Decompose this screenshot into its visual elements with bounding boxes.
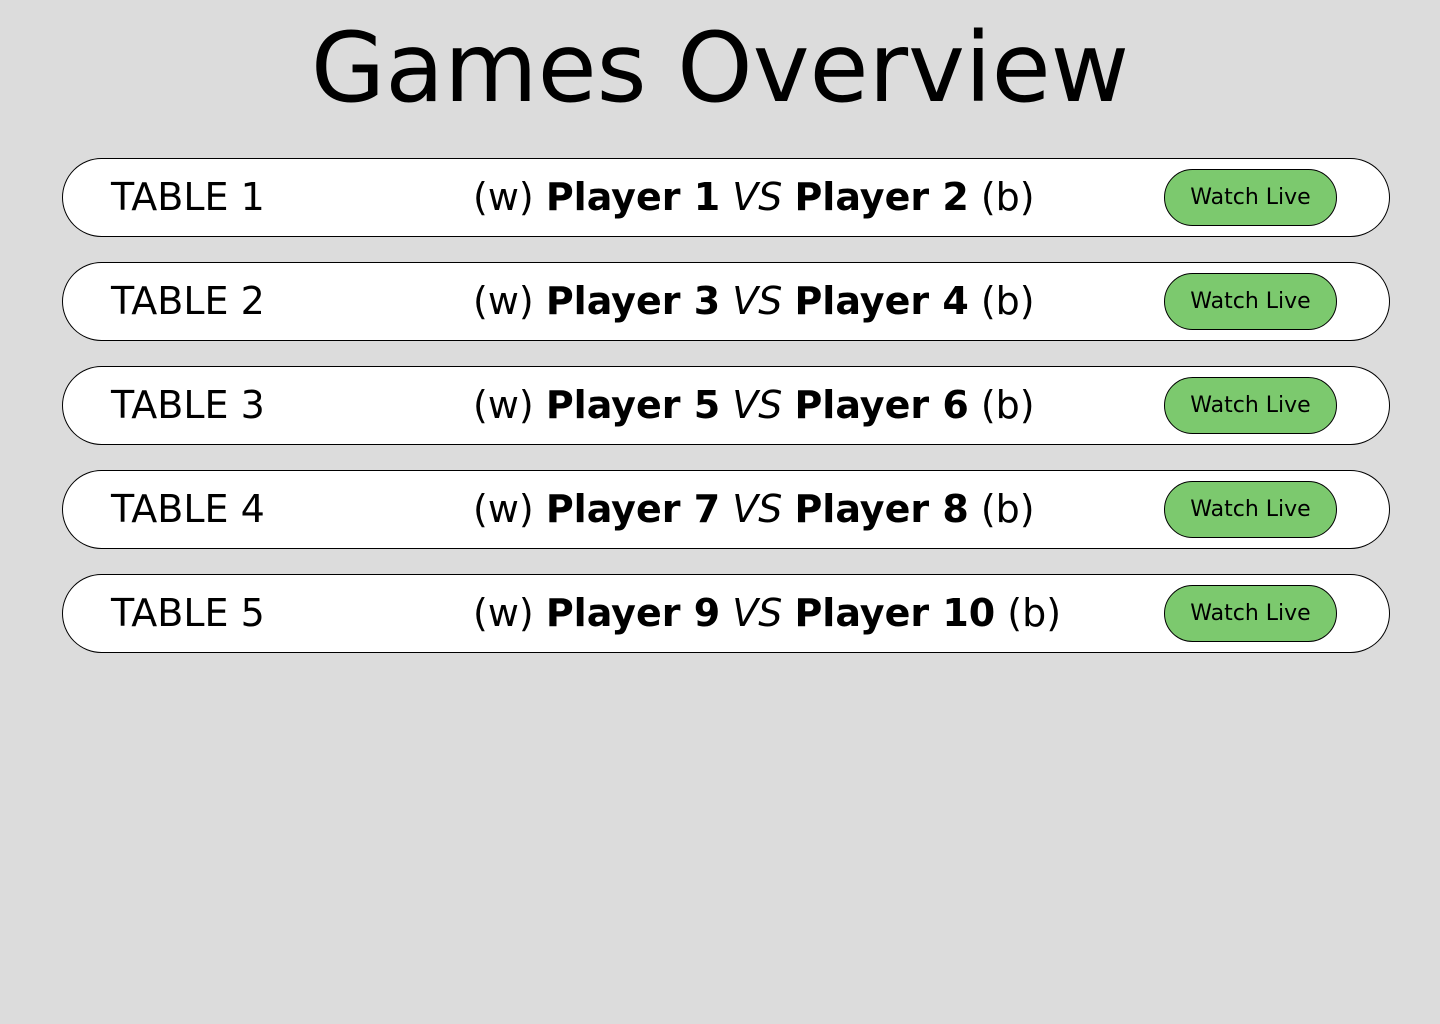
watch-live-button[interactable]: Watch Live bbox=[1164, 585, 1337, 642]
white-marker: (w) bbox=[473, 591, 534, 635]
black-player-name: Player 2 bbox=[794, 175, 969, 219]
versus-label: VS bbox=[732, 383, 783, 427]
black-player-name: Player 6 bbox=[794, 383, 969, 427]
versus-label: VS bbox=[732, 175, 783, 219]
black-player-name: Player 10 bbox=[794, 591, 996, 635]
white-player-name: Player 3 bbox=[545, 279, 721, 323]
white-marker: (w) bbox=[473, 279, 534, 323]
white-marker: (w) bbox=[473, 383, 534, 427]
game-row: TABLE 1 (w) Player 1 VS Player 2 (b) Wat… bbox=[62, 158, 1390, 237]
white-marker: (w) bbox=[473, 175, 534, 219]
game-row: TABLE 5 (w) Player 9 VS Player 10 (b) Wa… bbox=[62, 574, 1390, 653]
matchup: (w) Player 1 VS Player 2 (b) bbox=[473, 159, 1035, 236]
versus-label: VS bbox=[732, 591, 783, 635]
watch-live-button[interactable]: Watch Live bbox=[1164, 481, 1337, 538]
matchup: (w) Player 3 VS Player 4 (b) bbox=[473, 263, 1035, 340]
table-label: TABLE 2 bbox=[111, 279, 265, 323]
black-player-name: Player 4 bbox=[794, 279, 969, 323]
table-label: TABLE 3 bbox=[111, 383, 265, 427]
white-player-name: Player 5 bbox=[545, 383, 721, 427]
versus-label: VS bbox=[732, 279, 783, 323]
games-list: TABLE 1 (w) Player 1 VS Player 2 (b) Wat… bbox=[62, 158, 1390, 678]
table-label: TABLE 4 bbox=[111, 487, 265, 531]
watch-live-button[interactable]: Watch Live bbox=[1164, 169, 1337, 226]
game-row: TABLE 4 (w) Player 7 VS Player 8 (b) Wat… bbox=[62, 470, 1390, 549]
white-marker: (w) bbox=[473, 487, 534, 531]
matchup: (w) Player 7 VS Player 8 (b) bbox=[473, 471, 1035, 548]
watch-live-button[interactable]: Watch Live bbox=[1164, 273, 1337, 330]
game-row: TABLE 3 (w) Player 5 VS Player 6 (b) Wat… bbox=[62, 366, 1390, 445]
white-player-name: Player 9 bbox=[545, 591, 721, 635]
black-marker: (b) bbox=[980, 487, 1035, 531]
white-player-name: Player 7 bbox=[545, 487, 721, 531]
black-marker: (b) bbox=[1007, 591, 1062, 635]
page-title: Games Overview bbox=[310, 12, 1130, 124]
black-marker: (b) bbox=[980, 279, 1035, 323]
matchup: (w) Player 9 VS Player 10 (b) bbox=[473, 575, 1061, 652]
table-label: TABLE 5 bbox=[111, 591, 265, 635]
black-player-name: Player 8 bbox=[794, 487, 969, 531]
white-player-name: Player 1 bbox=[545, 175, 721, 219]
table-label: TABLE 1 bbox=[111, 175, 265, 219]
matchup: (w) Player 5 VS Player 6 (b) bbox=[473, 367, 1035, 444]
versus-label: VS bbox=[732, 487, 783, 531]
black-marker: (b) bbox=[980, 383, 1035, 427]
game-row: TABLE 2 (w) Player 3 VS Player 4 (b) Wat… bbox=[62, 262, 1390, 341]
black-marker: (b) bbox=[980, 175, 1035, 219]
watch-live-button[interactable]: Watch Live bbox=[1164, 377, 1337, 434]
